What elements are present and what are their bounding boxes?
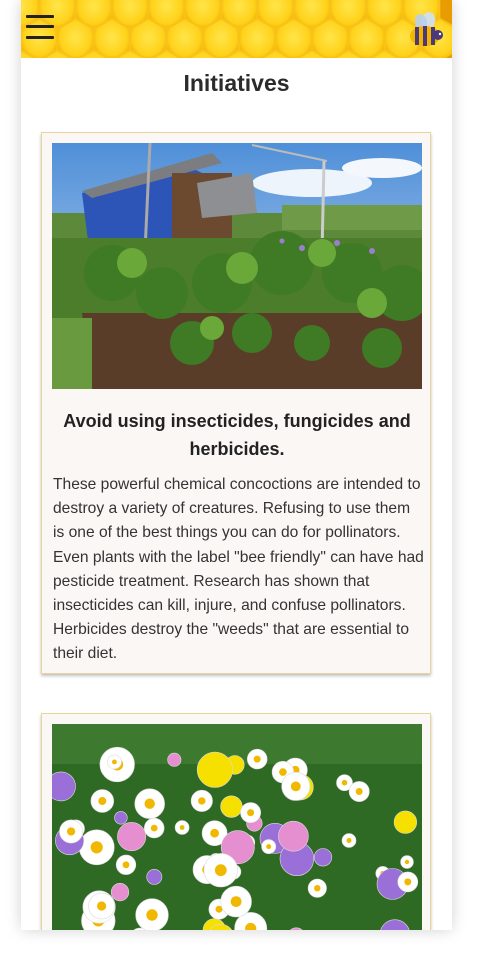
page-frame: Initiatives Avoid using insecticides, fu…: [21, 0, 452, 930]
page-title: Initiatives: [183, 70, 290, 96]
bee-icon[interactable]: [406, 9, 444, 49]
honeycomb-background: [21, 0, 452, 58]
wildflower-meadow-photo: [52, 724, 422, 930]
menu-button[interactable]: [26, 13, 54, 41]
initiative-card: Avoid using insecticides, fungicides and…: [41, 132, 431, 674]
initiative-card: [41, 713, 431, 930]
card-title: Avoid using insecticides, fungicides and…: [63, 411, 411, 459]
header-banner: [21, 0, 452, 58]
allotment-garden-photo: [52, 143, 422, 389]
card-text: These powerful chemical concoctions are …: [53, 476, 424, 663]
